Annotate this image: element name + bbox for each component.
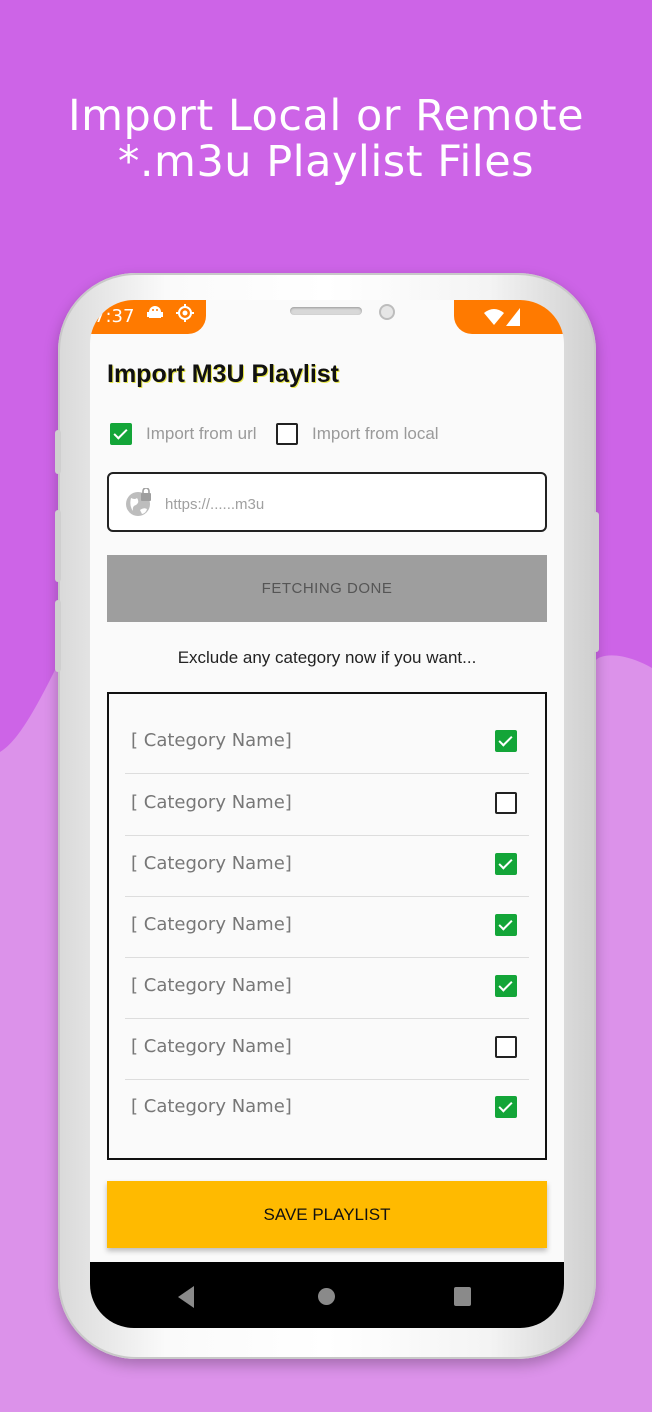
category-name: [ Category Name] xyxy=(131,975,292,996)
signal-icon xyxy=(506,308,520,330)
category-checkbox[interactable] xyxy=(495,914,517,936)
url-input[interactable] xyxy=(163,488,527,520)
back-icon[interactable] xyxy=(178,1286,194,1308)
android-debug-icon xyxy=(146,300,164,334)
category-checkbox[interactable] xyxy=(495,975,517,997)
category-row[interactable]: [ Category Name] xyxy=(125,836,529,897)
category-checkbox[interactable] xyxy=(495,792,517,814)
promo-headline: Import Local or Remote *.m3u Playlist Fi… xyxy=(0,93,652,185)
category-name: [ Category Name] xyxy=(131,914,292,935)
import-from-local-checkbox[interactable] xyxy=(276,423,298,445)
status-bar-right xyxy=(454,300,564,334)
page-title: Import M3U Playlist xyxy=(107,360,339,388)
category-name: [ Category Name] xyxy=(131,853,292,874)
url-field[interactable] xyxy=(107,472,547,532)
category-row[interactable]: [ Category Name] xyxy=(125,713,529,774)
phone-side-button-power xyxy=(593,512,599,652)
category-row[interactable]: [ Category Name] xyxy=(125,897,529,958)
status-time: 7:37 xyxy=(94,306,135,327)
phone-side-button-mute xyxy=(55,430,61,474)
wifi-icon xyxy=(484,308,504,330)
category-row[interactable]: [ Category Name] xyxy=(125,1019,529,1080)
category-name: [ Category Name] xyxy=(131,792,292,813)
import-from-url-label[interactable]: Import from url xyxy=(146,424,257,444)
phone-side-button-volume-up xyxy=(55,510,61,582)
category-checkbox[interactable] xyxy=(495,853,517,875)
save-playlist-button[interactable]: SAVE PLAYLIST xyxy=(107,1181,547,1248)
phone-screen: 7:37 Import M3U Playlist Import from url… xyxy=(90,300,564,1328)
recents-icon[interactable] xyxy=(454,1287,471,1306)
category-name: [ Category Name] xyxy=(131,730,292,751)
category-row[interactable]: [ Category Name] xyxy=(125,775,529,836)
home-icon[interactable] xyxy=(318,1288,335,1305)
category-checkbox[interactable] xyxy=(495,730,517,752)
row-divider xyxy=(125,773,529,774)
settings-sync-icon xyxy=(175,300,194,334)
import-from-local-label[interactable]: Import from local xyxy=(312,424,439,444)
category-row[interactable]: [ Category Name] xyxy=(125,958,529,1019)
category-row[interactable]: [ Category Name] xyxy=(125,1079,529,1140)
system-nav-bar xyxy=(90,1262,564,1328)
globe-lock-icon xyxy=(125,487,153,522)
category-name: [ Category Name] xyxy=(131,1036,292,1057)
category-list: [ Category Name] [ Category Name] [ Cate… xyxy=(107,692,547,1160)
exclude-hint: Exclude any category now if you want... xyxy=(177,648,477,667)
phone-side-button-volume-down xyxy=(55,600,61,672)
status-bar-left: 7:37 xyxy=(90,300,206,334)
phone-speaker xyxy=(290,307,362,315)
import-from-url-checkbox[interactable] xyxy=(110,423,132,445)
fetching-done-button[interactable]: FETCHING DONE xyxy=(107,555,547,622)
headline-line-2: *.m3u Playlist Files xyxy=(117,137,535,187)
phone-camera xyxy=(379,304,395,320)
category-checkbox[interactable] xyxy=(495,1096,517,1118)
headline-line-1: Import Local or Remote xyxy=(67,91,585,141)
category-checkbox[interactable] xyxy=(495,1036,517,1058)
category-name: [ Category Name] xyxy=(131,1096,292,1117)
